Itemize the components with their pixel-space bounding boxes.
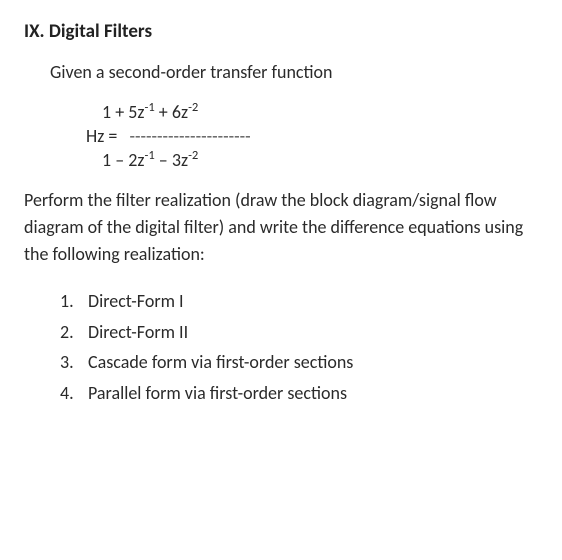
given-text: Given a second-order transfer function — [50, 61, 538, 83]
list-number: 2. — [60, 317, 88, 348]
equation-lhs: Hz = — [86, 125, 121, 147]
list-label: Direct-Form I — [88, 286, 184, 317]
list-label: Direct-Form II — [88, 317, 188, 348]
equation-lhs-row: Hz = ---------------------- — [86, 125, 251, 147]
fraction-line: ---------------------- — [129, 125, 250, 147]
realization-list: 1. Direct-Form I 2. Direct-Form II 3. Ca… — [60, 286, 538, 408]
list-item: 3. Cascade form via first-order sections — [60, 347, 538, 378]
list-number: 1. — [60, 286, 88, 317]
list-label: Parallel form via first-order sections — [88, 378, 347, 409]
equation-denominator: 1 – 2z-1 – 3z-2 — [86, 147, 198, 171]
list-number: 4. — [60, 378, 88, 409]
list-number: 3. — [60, 347, 88, 378]
instructions-text: Perform the filter realization (draw the… — [24, 187, 538, 268]
list-item: 2. Direct-Form II — [60, 317, 538, 348]
section-heading: IX. Digital Filters — [24, 20, 538, 43]
equation-numerator: 1 + 5z-1 + 6z-2 — [86, 101, 198, 125]
list-item: 4. Parallel form via first-order section… — [60, 378, 538, 409]
list-label: Cascade form via first-order sections — [88, 347, 353, 378]
list-item: 1. Direct-Form I — [60, 286, 538, 317]
transfer-function-equation: 1 + 5z-1 + 6z-2 Hz = -------------------… — [86, 101, 538, 171]
